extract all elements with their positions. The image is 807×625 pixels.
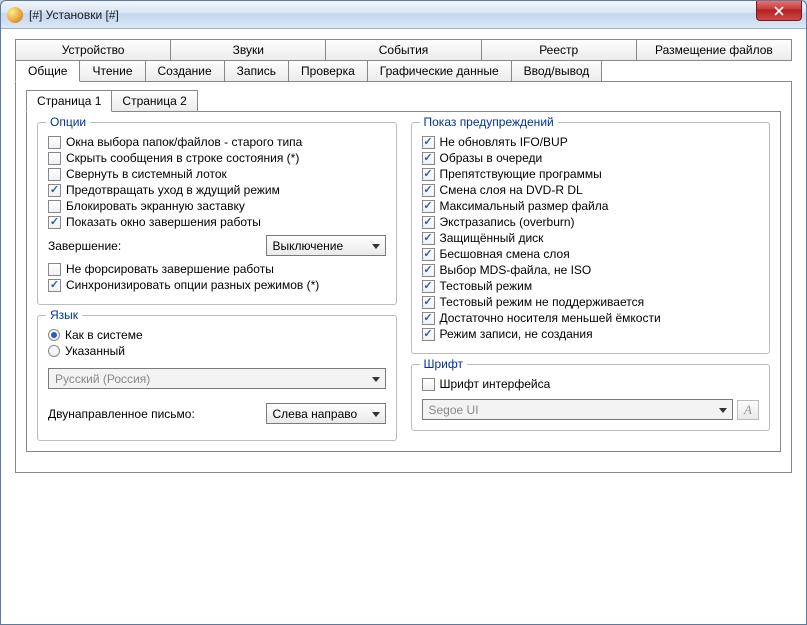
language-radio-0[interactable] [48,329,60,341]
warning-label-9: Тестовый режим [440,279,533,293]
close-icon [774,6,784,16]
font-group: Шрифт Шрифт интерфейса Segoe UI A [411,364,771,431]
tab-events[interactable]: События [326,39,481,61]
warning-label-11: Достаточно носителя меньшей ёмкости [440,311,661,325]
right-column: Показ предупреждений Не обновлять IFO/BU… [411,122,771,441]
warning-checkbox-11[interactable] [422,312,435,325]
option-checkbox-1[interactable] [48,152,61,165]
language-radio-label-0: Как в системе [65,328,143,342]
warning-checkbox-3[interactable] [422,184,435,197]
warning-label-3: Смена слоя на DVD-R DL [440,183,583,197]
option-label-5: Показать окно завершения работы [66,215,261,229]
language-select[interactable]: Русский (Россия) [48,368,386,389]
content-area: Устройство Звуки События Реестр Размещен… [1,29,806,483]
option-checkbox-2[interactable] [48,168,61,181]
font-title: Шрифт [420,357,467,371]
tab-device[interactable]: Устройство [15,39,171,61]
option-label-0: Окна выбора папок/файлов - старого типа [66,135,302,149]
warning-checkbox-1[interactable] [422,152,435,165]
option-checkbox-0[interactable] [48,136,61,149]
warning-label-4: Максимальный размер файла [440,199,609,213]
tab-row-2: Общие Чтение Создание Запись Проверка Гр… [15,60,792,82]
warning-checkbox-7[interactable] [422,248,435,261]
option-label-1: Скрыть сообщения в строке состояния (*) [66,151,299,165]
warnings-group: Показ предупреждений Не обновлять IFO/BU… [411,122,771,354]
tab-sounds[interactable]: Звуки [171,39,326,61]
tab-io[interactable]: Ввод/вывод [512,60,603,82]
option-post-label-0: Не форсировать завершение работы [66,262,274,276]
warning-label-10: Тестовый режим не поддерживается [440,295,645,309]
warning-checkbox-0[interactable] [422,136,435,149]
titlebar[interactable]: [#] Установки [#] [1,1,806,29]
tab-row-1: Устройство Звуки События Реестр Размещен… [15,39,792,61]
options-group: Опции Окна выбора папок/файлов - старого… [37,122,397,305]
warning-checkbox-8[interactable] [422,264,435,277]
tab-file-locations[interactable]: Размещение файлов [637,39,792,61]
option-label-3: Предотвращать уход в ждущий режим [66,183,280,197]
tab-read[interactable]: Чтение [80,60,145,82]
warning-label-7: Бесшовная смена слоя [440,247,570,261]
left-column: Опции Окна выбора папок/файлов - старого… [37,122,397,441]
gui-font-checkbox[interactable] [422,378,435,391]
language-radio-label-1: Указанный [65,344,125,358]
language-title: Язык [46,308,82,322]
option-checkbox-4[interactable] [48,200,61,213]
warning-label-6: Защищённый диск [440,231,544,245]
warning-checkbox-6[interactable] [422,232,435,245]
option-checkbox-3[interactable] [48,184,61,197]
font-picker-button[interactable]: A [737,400,759,420]
options-title: Опции [46,115,90,129]
option-post-checkbox-1[interactable] [48,279,61,292]
warning-checkbox-5[interactable] [422,216,435,229]
tab-verify[interactable]: Проверка [289,60,368,82]
option-post-label-1: Синхронизировать опции разных режимов (*… [66,278,319,292]
tab-page1[interactable]: Страница 1 [26,90,112,112]
warning-label-0: Не обновлять IFO/BUP [440,135,568,149]
inner-tabs: Страница 1 Страница 2 [26,90,781,112]
option-label-4: Блокировать экранную заставку [66,199,245,213]
tab-build[interactable]: Создание [146,60,225,82]
app-icon [7,7,23,23]
close-button[interactable] [756,1,802,21]
font-select[interactable]: Segoe UI [422,399,734,420]
warning-checkbox-10[interactable] [422,296,435,309]
warning-label-1: Образы в очереди [440,151,543,165]
warning-checkbox-12[interactable] [422,328,435,341]
language-group: Язык Как в системеУказанный Русский (Рос… [37,315,397,441]
warning-label-12: Режим записи, не создания [440,327,593,341]
settings-window: [#] Установки [#] Устройство Звуки Событ… [0,0,807,625]
bidi-select[interactable]: Слева направо [266,403,386,424]
page1-content: Опции Окна выбора папок/файлов - старого… [26,111,781,452]
tab-registry[interactable]: Реестр [482,39,637,61]
tab-graph[interactable]: Графические данные [368,60,512,82]
option-label-2: Свернуть в системный лоток [66,167,227,181]
shutdown-label: Завершение: [48,239,121,253]
warning-checkbox-2[interactable] [422,168,435,181]
warning-checkbox-4[interactable] [422,200,435,213]
general-page: Страница 1 Страница 2 Опции Окна выбора … [15,81,792,473]
warning-label-8: Выбор MDS-файла, не ISO [440,263,592,277]
warning-label-2: Препятствующие программы [440,167,602,181]
tab-page2[interactable]: Страница 2 [112,90,197,112]
language-radio-1[interactable] [48,345,60,357]
window-title: [#] Установки [#] [29,8,119,22]
tab-write[interactable]: Запись [225,60,289,82]
option-post-checkbox-0[interactable] [48,263,61,276]
gui-font-label: Шрифт интерфейса [440,377,551,391]
warning-checkbox-9[interactable] [422,280,435,293]
warning-label-5: Экстразапись (overburn) [440,215,575,229]
option-checkbox-5[interactable] [48,216,61,229]
tab-general[interactable]: Общие [15,60,80,82]
warnings-title: Показ предупреждений [420,115,558,129]
bidi-label: Двунаправленное письмо: [48,407,195,421]
shutdown-select[interactable]: Выключение [266,235,386,256]
